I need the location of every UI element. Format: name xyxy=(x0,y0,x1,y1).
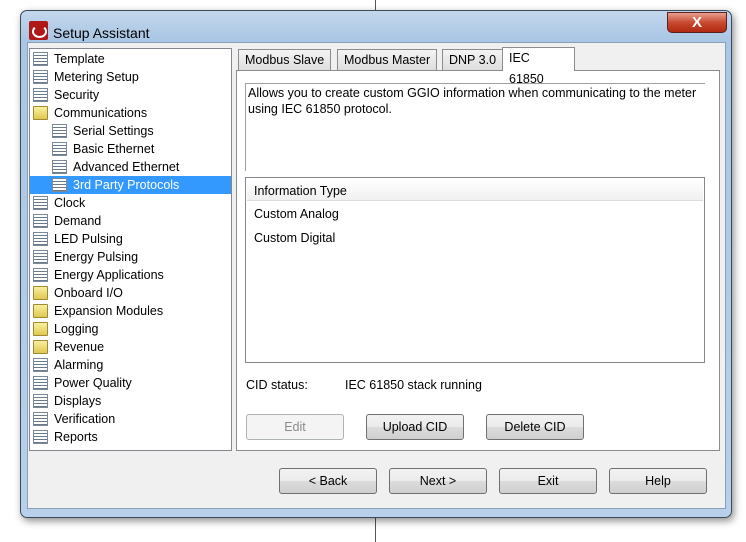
page-icon xyxy=(33,70,48,84)
folder-icon xyxy=(33,340,48,354)
page-icon xyxy=(33,232,48,246)
tab-modbus-master[interactable]: Modbus Master xyxy=(337,49,438,71)
tree-item-label: Energy Pulsing xyxy=(54,250,139,264)
page-icon xyxy=(33,52,48,66)
folder-icon xyxy=(33,322,48,336)
tree-item-label: Verification xyxy=(54,412,116,426)
information-type-list[interactable]: Information Type Custom Analog Custom Di… xyxy=(245,177,705,363)
tree-item-label: 3rd Party Protocols xyxy=(73,178,180,192)
tab-iec-61850[interactable]: IEC 61850 xyxy=(502,47,575,86)
list-header[interactable]: Information Type xyxy=(247,179,703,201)
cid-status-value: IEC 61850 stack running xyxy=(345,378,482,392)
folder-icon xyxy=(33,286,48,300)
tree-item-label: Advanced Ethernet xyxy=(73,160,180,174)
tree-item-label: Reports xyxy=(54,430,98,444)
tree-item-label: Template xyxy=(54,52,105,66)
delete-cid-button[interactable]: Delete CID xyxy=(486,414,584,440)
tree-item-label: Revenue xyxy=(54,340,105,354)
page-icon xyxy=(52,178,67,192)
tree-item-label: Onboard I/O xyxy=(54,286,123,300)
tree-item-label: Logging xyxy=(54,322,99,336)
page-icon xyxy=(33,268,48,282)
tree-item-label: Demand xyxy=(54,214,102,228)
window-title: Setup Assistant xyxy=(53,25,150,41)
tab-dnp3[interactable]: DNP 3.0 xyxy=(442,49,504,71)
page-icon xyxy=(33,430,48,444)
tree-item-label: Serial Settings xyxy=(73,124,154,138)
page-icon xyxy=(52,142,67,156)
tree-item-label: Displays xyxy=(54,394,102,408)
page-icon xyxy=(52,160,67,174)
list-item-custom-digital[interactable]: Custom Digital xyxy=(254,230,335,246)
exit-button[interactable]: Exit xyxy=(499,468,597,494)
cid-status-label: CID status: xyxy=(246,378,308,392)
page-icon xyxy=(33,394,48,408)
next-button[interactable]: Next > xyxy=(389,468,487,494)
navigation-tree[interactable]: Template Metering Setup Security Communicat… xyxy=(29,48,232,451)
tree-item-label: LED Pulsing xyxy=(54,232,123,246)
page-icon xyxy=(52,124,67,138)
tree-item-label: Clock xyxy=(54,196,86,210)
tree-item-label: Basic Ethernet xyxy=(73,142,155,156)
tab-modbus-slave[interactable]: Modbus Slave xyxy=(238,49,332,71)
edit-button[interactable]: Edit xyxy=(246,414,344,440)
tree-item-label: Power Quality xyxy=(54,376,132,390)
page-icon xyxy=(33,88,48,102)
app-logo-icon xyxy=(29,21,48,40)
tree-item-label: Alarming xyxy=(54,358,104,372)
page-icon xyxy=(33,412,48,426)
back-button[interactable]: < Back xyxy=(279,468,377,494)
tree-item-label: Energy Applications xyxy=(54,268,164,282)
page-icon xyxy=(33,376,48,390)
upload-cid-button[interactable]: Upload CID xyxy=(366,414,464,440)
tree-item-label: Expansion Modules xyxy=(54,304,164,318)
tree-item-label: Security xyxy=(54,88,100,102)
page-icon xyxy=(33,214,48,228)
page-icon xyxy=(33,196,48,210)
close-button[interactable]: X xyxy=(667,12,727,33)
description-text: Allows you to create custom GGIO informa… xyxy=(245,83,705,171)
help-button[interactable]: Help xyxy=(609,468,707,494)
tree-item-3rd-party-protocols[interactable]: 3rd Party Protocols xyxy=(30,176,231,194)
tree-item-label: Metering Setup xyxy=(54,70,139,84)
folder-icon xyxy=(33,106,48,120)
page-icon xyxy=(33,250,48,264)
tree-item-label: Communications xyxy=(54,106,148,120)
list-item-custom-analog[interactable]: Custom Analog xyxy=(254,206,339,222)
page-icon xyxy=(33,358,48,372)
folder-icon xyxy=(33,304,48,318)
